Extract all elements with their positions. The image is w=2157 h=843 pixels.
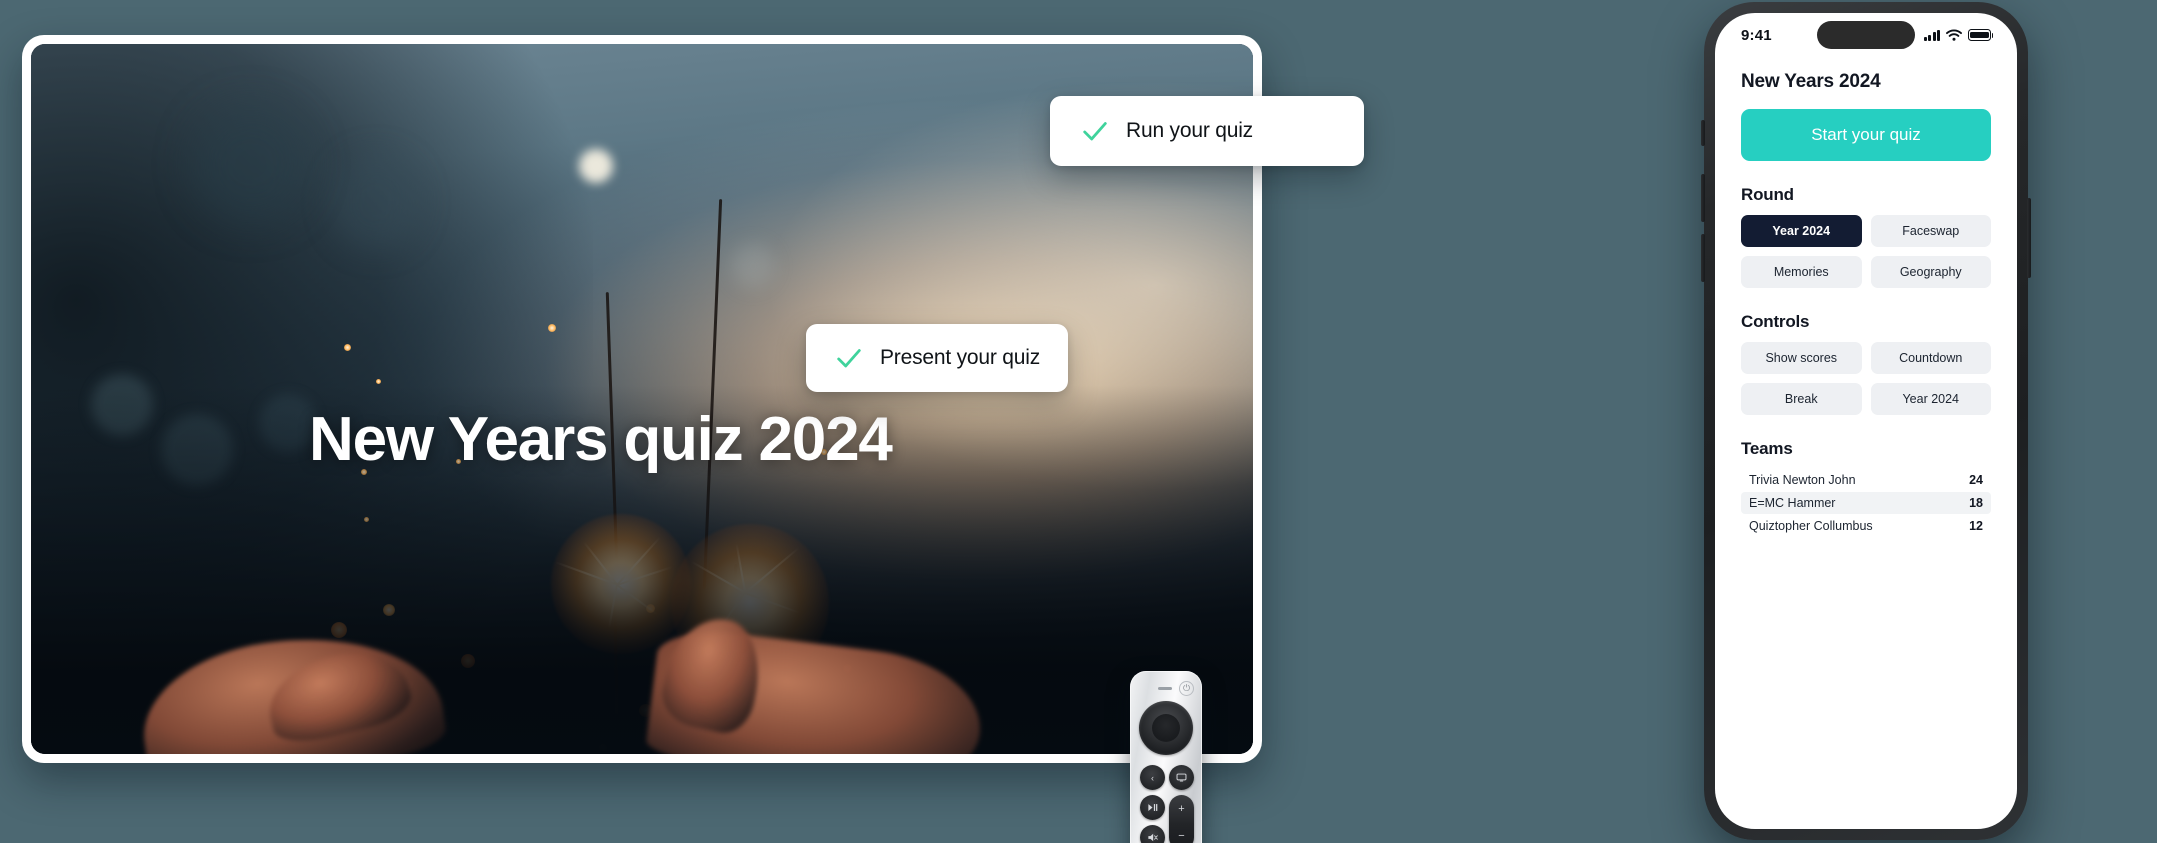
wifi-icon	[1946, 29, 1962, 41]
remote-ir-slot	[1158, 687, 1172, 690]
remote-touch-ring[interactable]	[1139, 701, 1193, 755]
team-score: 18	[1969, 496, 1983, 510]
control-chip-break[interactable]: Break	[1741, 383, 1862, 415]
status-indicators	[1924, 29, 1994, 41]
team-row[interactable]: Trivia Newton John 24	[1741, 469, 1991, 491]
teams-section-heading: Teams	[1741, 439, 1793, 458]
volume-up-button[interactable]	[1701, 174, 1705, 222]
team-row[interactable]: E=MC Hammer 18	[1741, 492, 1991, 514]
check-icon	[837, 349, 861, 368]
back-icon[interactable]: ‹	[1140, 765, 1165, 790]
controls-section-heading: Controls	[1741, 312, 1810, 331]
bokeh-orb	[191, 104, 311, 224]
round-chip-memories[interactable]: Memories	[1741, 256, 1862, 288]
team-name: Quiztopher Collumbus	[1749, 519, 1873, 533]
promo-stage: New Years quiz 2024 ⏻ ‹ + − 9:41 New Yea…	[0, 0, 2157, 843]
team-name: Trivia Newton John	[1749, 473, 1856, 487]
round-section-heading: Round	[1741, 185, 1794, 204]
play-pause-icon[interactable]	[1140, 795, 1165, 820]
bokeh-orb	[731, 244, 775, 288]
dynamic-island	[1817, 21, 1915, 49]
power-icon[interactable]: ⏻	[1179, 681, 1194, 696]
volume-rocker[interactable]: + −	[1169, 795, 1194, 843]
controls-chip-grid: Show scores Countdown Break Year 2024	[1741, 342, 1991, 415]
volume-down-button[interactable]	[1701, 234, 1705, 282]
mute-icon[interactable]	[1140, 825, 1165, 843]
round-chip-geography[interactable]: Geography	[1870, 256, 1991, 288]
phone-screen: 9:41 New Years 2024 Start your quiz Roun…	[1715, 13, 2017, 829]
status-bar: 9:41	[1715, 13, 2017, 57]
bokeh-orb	[579, 149, 613, 183]
round-chip-grid: Year 2024 Faceswap Memories Geography	[1741, 215, 1991, 288]
phone-device: 9:41 New Years 2024 Start your quiz Roun…	[1701, 2, 2031, 840]
apple-tv-remote[interactable]: ⏻ ‹ + −	[1130, 671, 1202, 843]
signal-bars-icon	[1924, 29, 1940, 41]
teams-list: Trivia Newton John 24 E=MC Hammer 18 Qui…	[1741, 469, 1991, 537]
tv-home-icon[interactable]	[1169, 765, 1194, 790]
tv-title: New Years quiz 2024	[309, 405, 893, 474]
team-name: E=MC Hammer	[1749, 496, 1836, 510]
control-chip-countdown[interactable]: Countdown	[1870, 342, 1991, 374]
phone-content: New Years 2024 Start your quiz Round Yea…	[1715, 57, 2017, 537]
power-button[interactable]	[2027, 198, 2031, 278]
round-chip-faceswap[interactable]: Faceswap	[1870, 215, 1991, 247]
team-score: 24	[1969, 473, 1983, 487]
team-row[interactable]: Quiztopher Collumbus 12	[1741, 515, 1991, 537]
present-your-quiz-label: Present your quiz	[880, 346, 1041, 369]
spark	[548, 324, 556, 332]
control-chip-show-scores[interactable]: Show scores	[1741, 342, 1862, 374]
spark	[376, 379, 381, 384]
start-quiz-button[interactable]: Start your quiz	[1741, 109, 1991, 161]
quiz-title: New Years 2024	[1741, 71, 1881, 92]
check-icon	[1083, 122, 1107, 141]
volume-up-label[interactable]: +	[1178, 803, 1184, 815]
run-your-quiz-label: Run your quiz	[1126, 119, 1253, 142]
spark	[344, 344, 351, 351]
control-chip-year-2024[interactable]: Year 2024	[1870, 383, 1991, 415]
status-time: 9:41	[1741, 26, 1772, 44]
volume-down-label[interactable]: −	[1178, 830, 1184, 842]
battery-full-icon	[1968, 29, 1994, 41]
run-your-quiz-card[interactable]: Run your quiz	[1050, 96, 1364, 166]
silent-switch[interactable]	[1701, 120, 1705, 146]
bokeh-orb	[331, 154, 421, 250]
team-score: 12	[1969, 519, 1983, 533]
present-your-quiz-card[interactable]: Present your quiz	[806, 324, 1068, 392]
round-chip-year-2024[interactable]: Year 2024	[1741, 215, 1862, 247]
